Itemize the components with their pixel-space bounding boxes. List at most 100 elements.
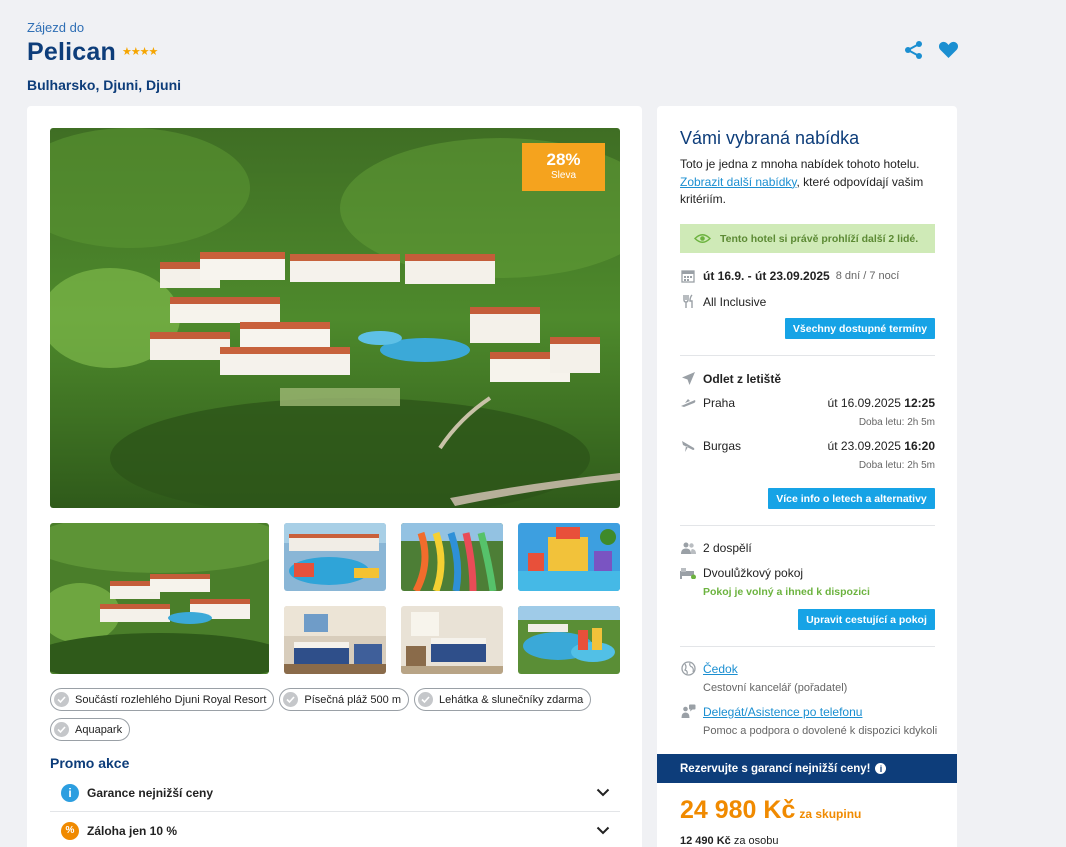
agency-row: Čedok bbox=[680, 661, 738, 676]
flights-info-button[interactable]: Více info o letech a alternativy bbox=[768, 488, 935, 509]
bed-icon bbox=[680, 567, 696, 579]
thumbnail-resort-aerial[interactable] bbox=[50, 523, 269, 674]
dates-row: út 16.9. - út 23.09.2025 8 dní / 7 nocí bbox=[680, 269, 899, 283]
thumbnail-room-2[interactable] bbox=[401, 606, 503, 674]
return-duration: Doba letu: 2h 5m bbox=[858, 460, 935, 471]
price-card: 24 980 Kč za skupinu 12 490 Kč za osobu bbox=[657, 783, 957, 847]
divider bbox=[680, 355, 935, 356]
eye-icon bbox=[694, 234, 711, 243]
feature-tag: Aquapark bbox=[50, 718, 131, 741]
per-person-amount: 12 490 Kč bbox=[680, 835, 731, 847]
per-person-suffix: za osobu bbox=[733, 835, 779, 847]
calendar-icon bbox=[680, 269, 696, 283]
plane-icon bbox=[680, 371, 696, 386]
discount-percent: 28% bbox=[546, 150, 581, 169]
globe-icon bbox=[680, 661, 696, 676]
return-city: Burgas bbox=[703, 439, 742, 453]
star-rating: ★★★★ bbox=[121, 46, 158, 58]
total-price-amount: 24 980 Kč bbox=[680, 796, 796, 824]
travellers-row: 2 dospělí bbox=[680, 541, 752, 555]
info-icon: i bbox=[61, 783, 79, 802]
total-price: 24 980 Kč za skupinu bbox=[680, 796, 861, 825]
people-icon bbox=[680, 542, 696, 554]
board-type: All Inclusive bbox=[703, 294, 767, 309]
takeoff-icon bbox=[680, 397, 696, 409]
support-row: Delegát/Asistence po telefonu bbox=[680, 704, 862, 719]
viewers-text: Tento hotel si právě prohlíží další 2 li… bbox=[720, 232, 919, 245]
divider bbox=[680, 525, 935, 526]
feature-tag: Lehátka & slunečníky zdarma bbox=[414, 688, 592, 711]
outbound-time: 12:25 bbox=[904, 396, 935, 410]
promo-title: Promo akce bbox=[50, 755, 130, 771]
price-guarantee-banner[interactable]: Rezervujte s garancí nejnižší ceny! i bbox=[657, 754, 957, 783]
travel-duration: 8 dní / 7 nocí bbox=[835, 270, 900, 282]
all-dates-button[interactable]: Všechny dostupné termíny bbox=[785, 318, 935, 339]
feature-tag: Písečná pláž 500 m bbox=[279, 688, 409, 711]
promo-item-label: Záloha jen 10 % bbox=[87, 823, 178, 838]
agency-description: Cestovní kancelář (pořadatel) bbox=[703, 682, 848, 694]
thumbnail-room-1[interactable] bbox=[284, 606, 386, 674]
info-icon[interactable]: i bbox=[875, 763, 887, 774]
offer-card: Vámi vybraná nabídka Toto je jedna z mno… bbox=[657, 106, 957, 756]
room-row: Dvoulůžkový pokoj bbox=[680, 566, 803, 580]
agency-link[interactable]: Čedok bbox=[703, 662, 738, 676]
feature-tag-label: Součástí rozlehlého Djuni Royal Resort bbox=[75, 693, 267, 706]
chevron-down-icon[interactable] bbox=[596, 822, 610, 840]
heart-icon[interactable] bbox=[938, 40, 959, 60]
support-description: Pomoc a podpora o dovolené k dispozici k… bbox=[703, 725, 938, 737]
hero-photo[interactable]: 28% Sleva bbox=[50, 128, 620, 508]
edit-travellers-button[interactable]: Upravit cestující a pokoj bbox=[798, 609, 935, 630]
board-row: All Inclusive bbox=[680, 294, 766, 309]
promo-item-price-guarantee[interactable]: i Garance nejnižší ceny bbox=[50, 774, 620, 812]
viewers-notice: Tento hotel si právě prohlíží další 2 li… bbox=[680, 224, 935, 253]
return-time: 16:20 bbox=[904, 439, 935, 453]
thumbnail-pool[interactable] bbox=[284, 523, 386, 591]
total-price-suffix: za skupinu bbox=[799, 807, 862, 821]
discount-badge: 28% Sleva bbox=[522, 143, 605, 191]
room-availability: Pokoj je volný a ihned k dispozici bbox=[703, 586, 870, 598]
header-subtitle: Zájezd do bbox=[27, 20, 85, 35]
promo-item-label: Garance nejnižší ceny bbox=[87, 785, 214, 800]
feature-tags: Součástí rozlehlého Djuni Royal Resort P… bbox=[50, 688, 610, 741]
discount-label: Sleva bbox=[550, 170, 576, 181]
travel-dates: út 16.9. - út 23.09.2025 bbox=[703, 269, 830, 283]
outbound-city: Praha bbox=[703, 396, 736, 410]
thumbnail-aquapark[interactable] bbox=[518, 523, 620, 591]
travellers-count: 2 dospělí bbox=[703, 541, 752, 555]
return-datetime: út 23.09.2025 16:20 bbox=[828, 439, 935, 453]
thumbnail-slides[interactable] bbox=[401, 523, 503, 591]
offer-text: Toto je jedna z mnoha nabídek tohoto hot… bbox=[680, 157, 920, 171]
hotel-name: Pelican bbox=[27, 38, 116, 66]
offer-title: Vámi vybraná nabídka bbox=[680, 128, 860, 148]
feature-tag-label: Lehátka & slunečníky zdarma bbox=[439, 693, 584, 706]
chevron-down-icon[interactable] bbox=[596, 784, 610, 802]
per-person-price: 12 490 Kč za osobu bbox=[680, 835, 778, 847]
outbound-duration: Doba letu: 2h 5m bbox=[858, 417, 935, 428]
check-icon bbox=[54, 692, 69, 707]
room-type: Dvoulůžkový pokoj bbox=[703, 566, 804, 580]
thumbnail-aquapark-aerial[interactable] bbox=[518, 606, 620, 674]
outbound-flight: Praha bbox=[680, 396, 735, 410]
promo-item-deposit[interactable]: % Záloha jen 10 % bbox=[50, 812, 620, 847]
feature-tag: Součástí rozlehlého Djuni Royal Resort bbox=[50, 688, 275, 711]
header-actions bbox=[904, 40, 959, 60]
cutlery-icon bbox=[680, 294, 696, 309]
outbound-date: út 16.09.2025 bbox=[827, 396, 901, 410]
more-offers-link[interactable]: Zobrazit další nabídky bbox=[680, 175, 797, 189]
offer-description: Toto je jedna z mnoha nabídek tohoto hot… bbox=[680, 156, 935, 209]
feature-tag-label: Písečná pláž 500 m bbox=[304, 693, 401, 706]
hotel-location[interactable]: Bulharsko, Djuni, Djuni bbox=[27, 77, 181, 93]
departure-label: Odlet z letiště bbox=[703, 371, 782, 386]
support-link[interactable]: Delegát/Asistence po telefonu bbox=[703, 705, 862, 719]
gallery-card: 28% Sleva Součástí rozlehlého Djuni Roya… bbox=[27, 106, 642, 847]
check-icon bbox=[283, 692, 299, 707]
feature-tag-label: Aquapark bbox=[75, 723, 123, 736]
departure-row: Odlet z letiště bbox=[680, 371, 781, 386]
support-chat-icon bbox=[680, 704, 696, 719]
check-icon bbox=[54, 722, 69, 737]
landing-icon bbox=[680, 439, 696, 453]
divider bbox=[680, 646, 935, 647]
outbound-datetime: út 16.09.2025 12:25 bbox=[828, 396, 935, 410]
share-icon[interactable] bbox=[904, 40, 924, 60]
check-icon bbox=[418, 692, 433, 707]
